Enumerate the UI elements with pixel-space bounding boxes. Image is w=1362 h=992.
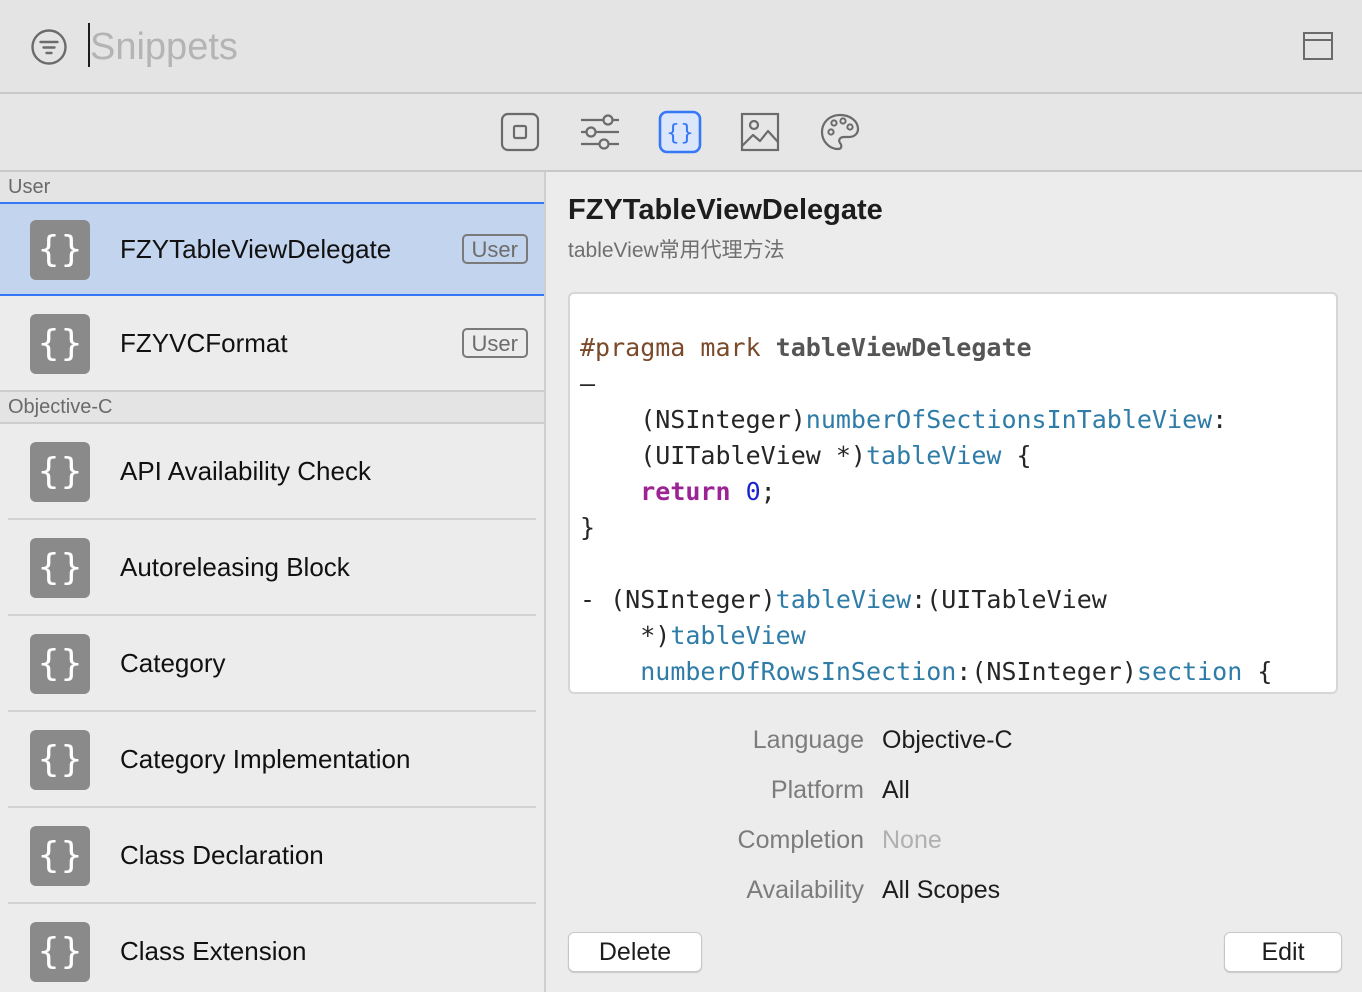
section-header-user: User (0, 172, 544, 202)
svg-text:{}: {} (37, 931, 83, 972)
code-preview[interactable]: #pragma mark tableViewDelegate – (NSInte… (568, 292, 1338, 694)
platform-label: Platform (770, 776, 864, 804)
code-token: : (1212, 405, 1228, 434)
filter-icon[interactable] (30, 28, 68, 66)
svg-text:{}: {} (37, 547, 83, 588)
code-token: – (580, 369, 596, 398)
search-bar (0, 0, 1362, 94)
code-token: :(UITableView (911, 585, 1107, 614)
snippet-list: User {} FZYTableViewDelegate User {} FZY… (0, 172, 546, 992)
svg-text:{}: {} (666, 121, 694, 146)
list-item-label: FZYTableViewDelegate (120, 234, 392, 264)
tab-media[interactable] (738, 110, 782, 154)
list-item[interactable]: {} Category Implementation (0, 712, 544, 806)
snippets-icon: {} (658, 110, 702, 154)
code-token: :(NSInteger) (956, 657, 1137, 686)
modifiers-icon (581, 114, 619, 150)
svg-text:{}: {} (37, 323, 83, 364)
availability-label: Availability (746, 876, 864, 904)
code-token: numberOfRowsInSection (640, 657, 957, 686)
code-token: tableView (670, 621, 806, 650)
edit-button[interactable]: Edit (1224, 932, 1342, 972)
svg-text:{}: {} (37, 229, 83, 270)
snippet-summary: tableView常用代理方法 (568, 239, 785, 262)
snippet-icon: {} (30, 922, 90, 982)
toggle-layout-icon[interactable] (1302, 30, 1334, 62)
code-text: #pragma mark tableViewDelegate – (NSInte… (580, 330, 1272, 690)
tab-modifiers[interactable] (578, 110, 622, 154)
user-badge: User (461, 328, 528, 358)
snippet-icon: {} (30, 314, 90, 374)
snippet-title: FZYTableViewDelegate (568, 194, 883, 226)
list-item[interactable]: {} Class Extension (0, 904, 544, 992)
code-token: #pragma (580, 333, 686, 362)
tab-snippets[interactable]: {} (658, 110, 702, 154)
list-item-label: Class Declaration (120, 840, 324, 870)
list-item-label: Category (120, 648, 226, 678)
snippet-icon: {} (30, 442, 90, 502)
snippet-icon: {} (30, 634, 90, 694)
code-token: (NSInteger) (580, 405, 806, 434)
list-item[interactable]: {} FZYVCFormat User (0, 296, 544, 390)
list-item-label: Class Extension (120, 936, 307, 966)
code-token: } (580, 513, 596, 542)
completion-label: Completion (737, 826, 864, 854)
tab-views[interactable] (498, 110, 542, 154)
snippet-icon: {} (30, 220, 90, 280)
snippet-icon: {} (30, 730, 90, 790)
code-token: numberOfSectionsInTableView (805, 405, 1213, 434)
svg-text:{}: {} (37, 643, 83, 684)
svg-text:{}: {} (37, 835, 83, 876)
library-toolbar: {} (0, 94, 1362, 172)
svg-text:{}: {} (37, 451, 83, 492)
list-item[interactable]: {} Class Declaration (0, 808, 544, 902)
code-token: mark (685, 333, 776, 362)
list-item[interactable]: {} Autoreleasing Block (0, 520, 544, 614)
code-token: { (1242, 657, 1273, 686)
delete-button[interactable]: Delete (568, 932, 702, 972)
code-token: 0 (745, 477, 761, 506)
code-token: tableView (775, 585, 912, 614)
list-item-label: API Availability Check (120, 456, 371, 486)
list-item[interactable]: {} API Availability Check (0, 424, 544, 518)
code-token: { (1001, 441, 1032, 470)
list-item-label: FZYVCFormat (120, 328, 288, 358)
list-item-label: Autoreleasing Block (120, 552, 350, 582)
language-value[interactable]: Objective-C (882, 726, 1013, 755)
code-token: tableView (865, 441, 1002, 470)
code-token: return (640, 477, 731, 506)
snippet-icon: {} (30, 538, 90, 598)
code-token: section (1136, 657, 1243, 686)
snippet-icon: {} (30, 826, 90, 886)
list-item[interactable]: {} FZYTableViewDelegate User (0, 202, 544, 296)
search-input[interactable] (90, 20, 1190, 74)
list-item-label: Category Implementation (120, 744, 411, 774)
user-badge: User (461, 234, 528, 264)
language-label: Language (752, 726, 864, 754)
svg-text:{}: {} (37, 739, 83, 780)
code-token: (UITableView *) (580, 441, 866, 470)
code-token: tableViewDelegate (775, 333, 1032, 362)
code-token: *) (580, 621, 671, 650)
views-icon (500, 112, 540, 152)
platform-value[interactable]: All (882, 776, 910, 805)
availability-value[interactable]: All Scopes (882, 876, 1000, 905)
section-header-objective-c: Objective-C (0, 392, 544, 422)
snippet-detail: FZYTableViewDelegate tableView常用代理方法 #pr… (546, 172, 1362, 992)
list-item[interactable]: {} Category (0, 616, 544, 710)
code-token: ; (760, 477, 776, 506)
completion-value[interactable]: None (882, 826, 942, 855)
code-token: - (NSInteger) (580, 585, 776, 614)
media-icon (740, 112, 780, 152)
colors-icon (820, 113, 860, 151)
tab-colors[interactable] (818, 110, 862, 154)
